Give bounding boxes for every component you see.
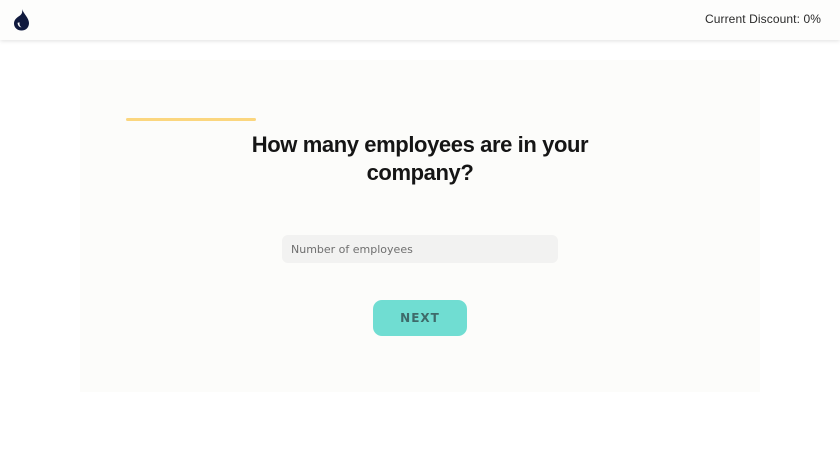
question-card: How many employees are in your company? … (80, 60, 760, 392)
employees-input[interactable] (282, 235, 558, 263)
droplet-logo-icon[interactable] (13, 9, 30, 31)
next-button[interactable]: NEXT (373, 300, 467, 336)
top-bar: Current Discount: 0% (0, 0, 840, 40)
question-heading: How many employees are in your company? (251, 132, 589, 185)
current-discount-text: Current Discount: 0% (704, 12, 821, 26)
progress-bar (126, 118, 256, 121)
